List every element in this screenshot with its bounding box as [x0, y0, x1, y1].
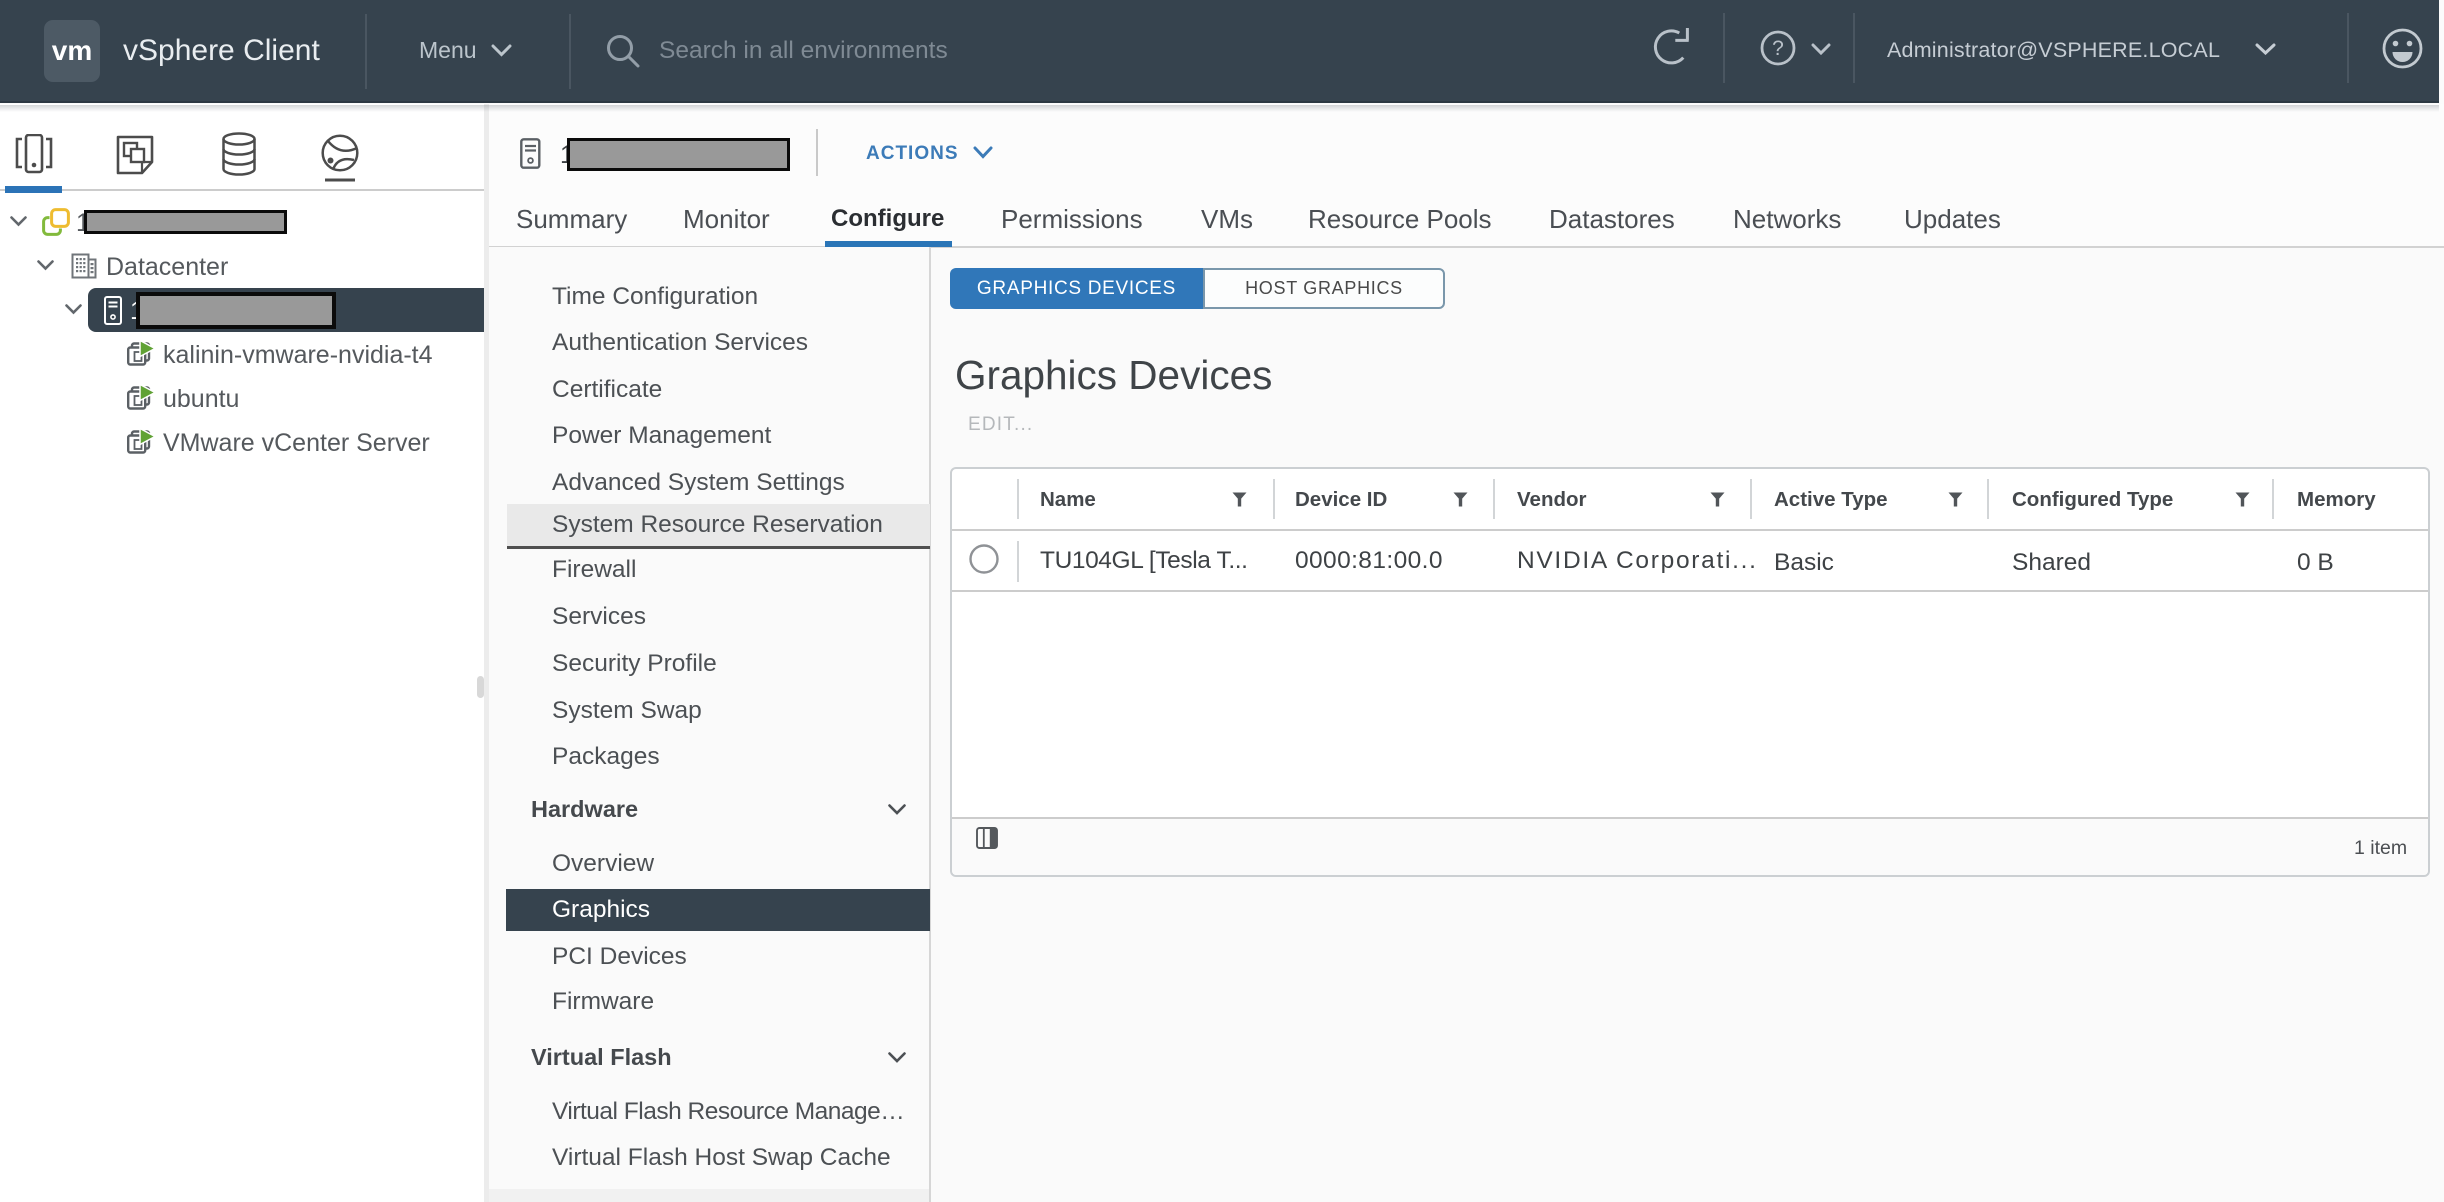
svg-text:?: ?: [1772, 37, 1784, 60]
